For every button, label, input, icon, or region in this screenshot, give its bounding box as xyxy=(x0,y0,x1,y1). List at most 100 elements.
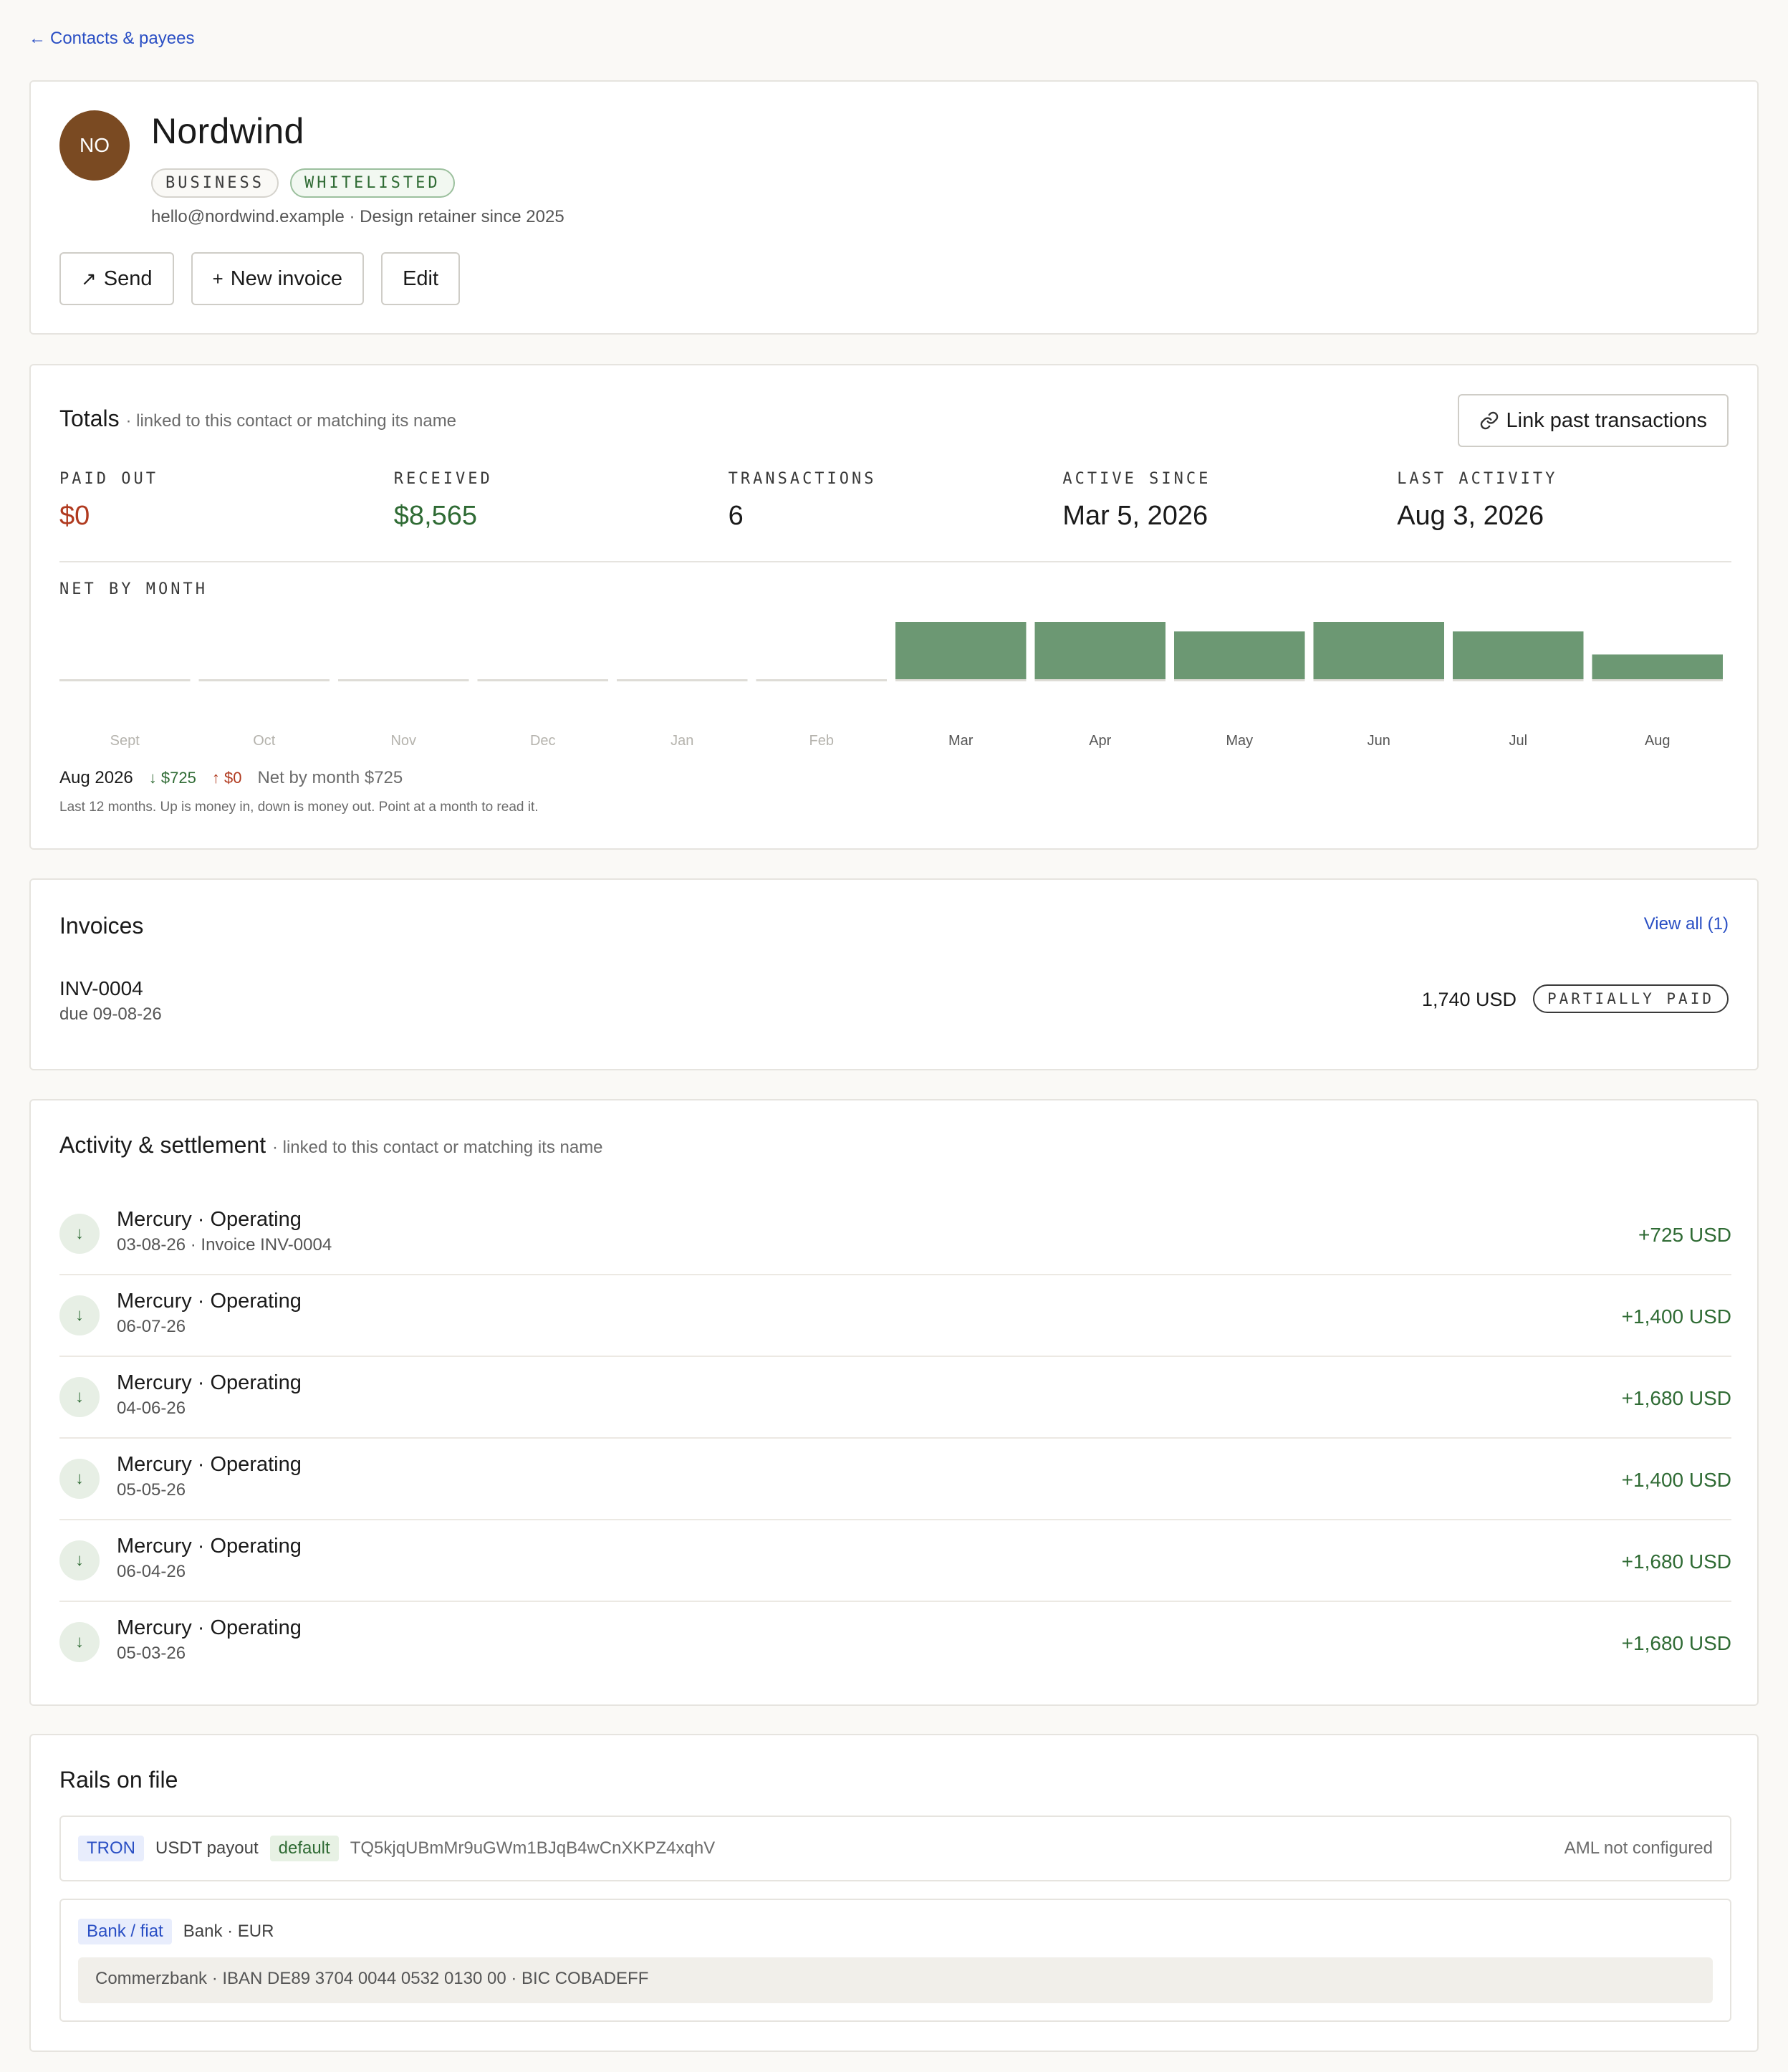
rail-line: Bank / fiat Bank · EUR xyxy=(78,1919,274,1944)
chart-bar-jul[interactable] xyxy=(1453,631,1584,679)
invoices-title: Invoices xyxy=(59,913,144,939)
list-item[interactable]: ↓ Mercury · Operating 05-03-26 +1,680 US… xyxy=(59,1602,1731,1684)
invoice-due: due 09-08-26 xyxy=(59,1004,162,1024)
rail-bank-details: Commerzbank · IBAN DE89 3704 0044 0532 0… xyxy=(78,1957,1713,2003)
activity-amount: +1,400 USD xyxy=(1621,1469,1731,1491)
activity-title: Activity & settlement · linked to this c… xyxy=(59,1132,603,1159)
activity-details: 04-06-26 xyxy=(117,1399,186,1418)
contact-name: Nordwind xyxy=(151,111,304,151)
contact-header-card: NO Nordwind BUSINESS WHITELISTED hello@n… xyxy=(29,80,1759,335)
stat-last-activity: LAST ACTIVITY Aug 3, 2026 xyxy=(1397,470,1731,532)
divider xyxy=(59,561,1731,562)
activity-account: Mercury · Operating xyxy=(117,1535,302,1558)
chart-tick-label: Nov xyxy=(390,733,416,749)
send-button[interactable]: ↗ Send xyxy=(59,252,174,305)
invoices-card: Invoices View all (1) INV-0004 due 09-08… xyxy=(29,878,1759,1070)
chart-readout: Aug 2026 ↓ $725 ↑ $0 Net by month $725 xyxy=(59,768,403,788)
stat-label: LAST ACTIVITY xyxy=(1397,470,1558,488)
totals-note: · linked to this contact or matching its… xyxy=(125,411,457,431)
chart-bar-mar[interactable] xyxy=(895,622,1027,679)
stat-value: Aug 3, 2026 xyxy=(1397,501,1544,531)
readout-in-value: $725 xyxy=(160,769,196,787)
stat-value: $0 xyxy=(59,501,90,531)
chart-baseline xyxy=(895,679,1027,681)
stat-value: $8,565 xyxy=(393,501,478,531)
activity-account: Mercury · Operating xyxy=(117,1290,302,1313)
stat-value: Mar 5, 2026 xyxy=(1062,501,1208,531)
send-button-label: Send xyxy=(103,267,153,290)
chart-bar-may[interactable] xyxy=(1174,631,1305,679)
arrow-down-icon: ↓ xyxy=(59,1377,100,1417)
rail-bank: Bank / fiat Bank · EUR Commerzbank · IBA… xyxy=(59,1899,1731,2022)
badge-business: BUSINESS xyxy=(151,168,279,198)
activity-account: Mercury · Operating xyxy=(117,1371,302,1394)
readout-out: ↑ $0 xyxy=(212,769,242,787)
activity-note: · linked to this contact or matching its… xyxy=(271,1138,603,1157)
chart-tick-label: Oct xyxy=(253,733,276,749)
rail-network-tag: Bank / fiat xyxy=(78,1919,172,1944)
activity-details: 05-05-26 xyxy=(117,1480,186,1500)
arrow-down-icon: ↓ xyxy=(59,1540,100,1581)
view-all-invoices-link[interactable]: View all (1) xyxy=(1644,914,1729,934)
edit-button[interactable]: Edit xyxy=(381,252,461,305)
list-item[interactable]: ↓ Mercury · Operating 03-08-26 · Invoice… xyxy=(59,1194,1731,1275)
rails-title: Rails on file xyxy=(59,1767,178,1793)
totals-card: Totals · linked to this contact or match… xyxy=(29,364,1759,850)
chart-baseline xyxy=(198,679,330,681)
chart-baseline xyxy=(1034,679,1165,681)
rail-line: TRON USDT payout default TQ5kjqUBmMr9uGW… xyxy=(78,1836,715,1861)
chart-baseline xyxy=(1174,679,1305,681)
list-item[interactable]: ↓ Mercury · Operating 04-06-26 +1,680 US… xyxy=(59,1357,1731,1439)
back-link[interactable]: ← Contacts & payees xyxy=(29,29,194,49)
chart-baseline xyxy=(617,679,748,681)
back-link-label: Contacts & payees xyxy=(50,29,195,48)
list-item[interactable]: ↓ Mercury · Operating 06-07-26 +1,400 US… xyxy=(59,1275,1731,1357)
activity-details: 06-04-26 xyxy=(117,1562,186,1581)
rail-network-tag: TRON xyxy=(78,1836,144,1861)
link-past-transactions-button[interactable]: Link past transactions xyxy=(1457,394,1729,447)
net-by-month-chart[interactable]: Sept Oct Nov Dec Jan Feb Mar Apr May Jun Jul Aug xyxy=(59,609,1731,752)
readout-out-value: $0 xyxy=(224,769,242,787)
chart-baseline xyxy=(1592,679,1723,681)
chart-baseline xyxy=(756,679,887,681)
chart-tick-label: Jun xyxy=(1368,733,1390,749)
link-past-transactions-label: Link past transactions xyxy=(1506,408,1707,432)
stat-label: TRANSACTIONS xyxy=(728,470,877,488)
plus-icon: + xyxy=(212,267,224,289)
chart-tick-label: Mar xyxy=(948,733,974,749)
totals-title: Totals · linked to this contact or match… xyxy=(59,406,456,432)
new-invoice-button-label: New invoice xyxy=(230,267,343,290)
stat-transactions: TRANSACTIONS 6 xyxy=(729,470,1063,532)
chart-baseline xyxy=(1453,679,1584,681)
activity-account: Mercury · Operating xyxy=(117,1453,302,1476)
list-item[interactable]: ↓ Mercury · Operating 06-04-26 +1,680 US… xyxy=(59,1520,1731,1602)
chart-bar-jun[interactable] xyxy=(1313,622,1445,679)
stat-paid-out: PAID OUT $0 xyxy=(59,470,394,532)
invoice-status-badge: PARTIALLY PAID xyxy=(1532,984,1729,1013)
arrow-up-icon: ↑ xyxy=(211,769,220,787)
rail-kind: Bank · EUR xyxy=(183,1922,274,1941)
invoice-id: INV-0004 xyxy=(59,977,143,999)
list-item[interactable]: ↓ Mercury · Operating 05-05-26 +1,400 US… xyxy=(59,1439,1731,1520)
arrow-up-right-icon: ↗ xyxy=(81,267,97,289)
rail-address: TQ5kjqUBmMr9uGWm1BJqB4wCnXKPZ4xqhV xyxy=(350,1838,716,1858)
chart-tick-label: Sept xyxy=(110,733,140,749)
activity-account: Mercury · Operating xyxy=(117,1616,302,1639)
badge-whitelisted: WHITELISTED xyxy=(289,168,455,198)
new-invoice-button[interactable]: + New invoice xyxy=(191,252,365,305)
chart-label: NET BY MONTH xyxy=(59,580,208,598)
activity-list: ↓ Mercury · Operating 03-08-26 · Invoice… xyxy=(59,1194,1731,1684)
totals-heading: Totals xyxy=(59,406,120,431)
chart-bar-apr[interactable] xyxy=(1034,622,1166,679)
stat-label: RECEIVED xyxy=(393,470,493,488)
invoice-amount: 1,740 USD xyxy=(1421,989,1517,1010)
arrow-down-icon: ↓ xyxy=(59,1214,100,1254)
rail-aml-status: AML not configured xyxy=(1564,1838,1713,1858)
chart-note: Last 12 months. Up is money in, down is … xyxy=(59,800,539,815)
chart-bar-aug[interactable] xyxy=(1592,654,1724,679)
chart-tick-label: Feb xyxy=(809,733,834,749)
badge-row: BUSINESS WHITELISTED xyxy=(151,168,455,198)
readout-in: ↓ $725 xyxy=(149,769,196,787)
stat-received: RECEIVED $8,565 xyxy=(394,470,729,532)
activity-account: Mercury · Operating xyxy=(117,1208,302,1231)
